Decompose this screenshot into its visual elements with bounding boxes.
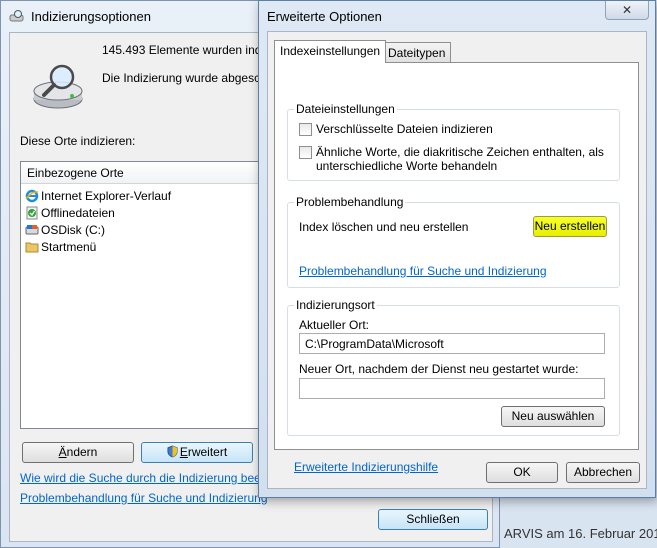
group-legend: Indizierungsort bbox=[294, 298, 377, 312]
close-button[interactable]: Schließen bbox=[378, 509, 488, 530]
diacritics-label-line2: unterschiedliche Worte behandeln bbox=[316, 159, 498, 173]
change-button-hotkey: Ä bbox=[58, 445, 67, 459]
encrypt-files-checkbox[interactable] bbox=[299, 123, 312, 136]
advanced-button-hotkey: E bbox=[179, 445, 188, 459]
troubleshoot-link[interactable]: Problembehandlung für Suche und Indizier… bbox=[20, 491, 268, 505]
diacritics-label: Ähnliche Worte, die diakritische Zeichen… bbox=[316, 145, 604, 173]
shield-icon bbox=[167, 445, 178, 458]
tab-label: Indexeinstellungen bbox=[280, 44, 381, 58]
list-item-label: Offlinedateien bbox=[41, 205, 115, 220]
rebuild-button[interactable]: Neu erstellen bbox=[533, 216, 607, 237]
encrypt-files-label: Verschlüsselte Dateien indizieren bbox=[316, 122, 493, 136]
new-location-label: Neuer Ort, nachdem der Dienst neu gestar… bbox=[299, 362, 579, 376]
diacritics-option[interactable]: Ähnliche Worte, die diakritische Zeichen… bbox=[299, 145, 604, 173]
diacritics-label-line1: Ähnliche Worte, die diakritische Zeichen… bbox=[316, 145, 604, 159]
indexing-icon bbox=[33, 64, 83, 109]
group-legend: Dateieinstellungen bbox=[294, 102, 397, 116]
cancel-button[interactable]: Abbrechen bbox=[566, 462, 640, 483]
indexed-count-text: 145.493 Elemente wurden indizie bbox=[102, 43, 280, 57]
advanced-button[interactable]: Erweitert bbox=[141, 442, 253, 463]
tab-index-settings[interactable]: Indexeinstellungen bbox=[274, 40, 387, 63]
list-item-label: Startmenü bbox=[41, 239, 97, 254]
list-item[interactable]: Offlinedateien bbox=[25, 204, 171, 221]
new-location-field[interactable] bbox=[299, 378, 605, 399]
indexing-status-text: Die Indizierung wurde abgeschlos bbox=[102, 71, 283, 85]
current-location-label: Aktueller Ort: bbox=[299, 318, 370, 332]
index-settings-panel: Dateieinstellungen Verschlüsselte Dateie… bbox=[274, 62, 639, 474]
list-item[interactable]: Startmenü bbox=[25, 238, 171, 255]
disk-icon bbox=[25, 224, 39, 234]
advanced-options-dialog: Erweiterte Optionen ✕ Indexeinstellungen… bbox=[258, 0, 656, 498]
list-item[interactable]: OSDisk (C:) bbox=[25, 221, 171, 238]
troubleshoot-link[interactable]: Problembehandlung für Suche und Indizier… bbox=[299, 264, 547, 278]
list-item-label: OSDisk (C:) bbox=[41, 222, 105, 237]
troubleshooting-group: Problembehandlung Index löschen und neu … bbox=[287, 195, 620, 288]
diacritics-checkbox[interactable] bbox=[299, 146, 312, 159]
close-icon: ✕ bbox=[621, 3, 633, 17]
tab-label: Dateitypen bbox=[388, 46, 446, 60]
rebuild-index-label: Index löschen und neu erstellen bbox=[299, 220, 469, 234]
change-button-label: ndern bbox=[66, 445, 98, 459]
list-item[interactable]: Internet Explorer-Verlauf bbox=[25, 187, 171, 204]
offline-files-icon bbox=[26, 206, 38, 219]
list-item-label: Internet Explorer-Verlauf bbox=[41, 188, 172, 203]
current-location-field[interactable]: C:\ProgramData\Microsoft bbox=[299, 333, 605, 354]
advanced-indexing-help-link[interactable]: Erweiterte Indizierungshilfe bbox=[294, 460, 438, 474]
dialog-close-button[interactable]: ✕ bbox=[605, 1, 649, 20]
locations-rows: Internet Explorer-Verlauf Offlinedateien bbox=[25, 187, 171, 255]
ok-button[interactable]: OK bbox=[486, 462, 558, 483]
folder-icon bbox=[25, 242, 39, 252]
encrypt-files-option[interactable]: Verschlüsselte Dateien indizieren bbox=[299, 122, 493, 136]
group-legend: Problembehandlung bbox=[294, 195, 406, 209]
dialog-title: Erweiterte Optionen bbox=[267, 9, 382, 24]
index-location-group: Indizierungsort Aktueller Ort: C:\Progra… bbox=[287, 298, 620, 436]
indexing-icon bbox=[9, 10, 24, 22]
search-effects-link[interactable]: Wie wird die Suche durch die Indizierung… bbox=[20, 471, 289, 485]
dialog-client-area: Indexeinstellungen Dateitypen Dateieinst… bbox=[267, 31, 647, 489]
background-page-text: ARVIS am 16. Februar 2017 um bbox=[504, 526, 657, 541]
tab-file-types[interactable]: Dateitypen bbox=[382, 42, 452, 63]
window-title: Indizierungsoptionen bbox=[31, 9, 151, 24]
advanced-button-label: rweitert bbox=[187, 445, 228, 459]
file-settings-group: Dateieinstellungen Verschlüsselte Dateie… bbox=[287, 102, 620, 181]
locations-label: Diese Orte indizieren: bbox=[20, 134, 136, 148]
ie-icon bbox=[25, 189, 39, 202]
select-new-button[interactable]: Neu auswählen bbox=[501, 406, 605, 427]
change-button[interactable]: Ändern bbox=[22, 442, 134, 463]
